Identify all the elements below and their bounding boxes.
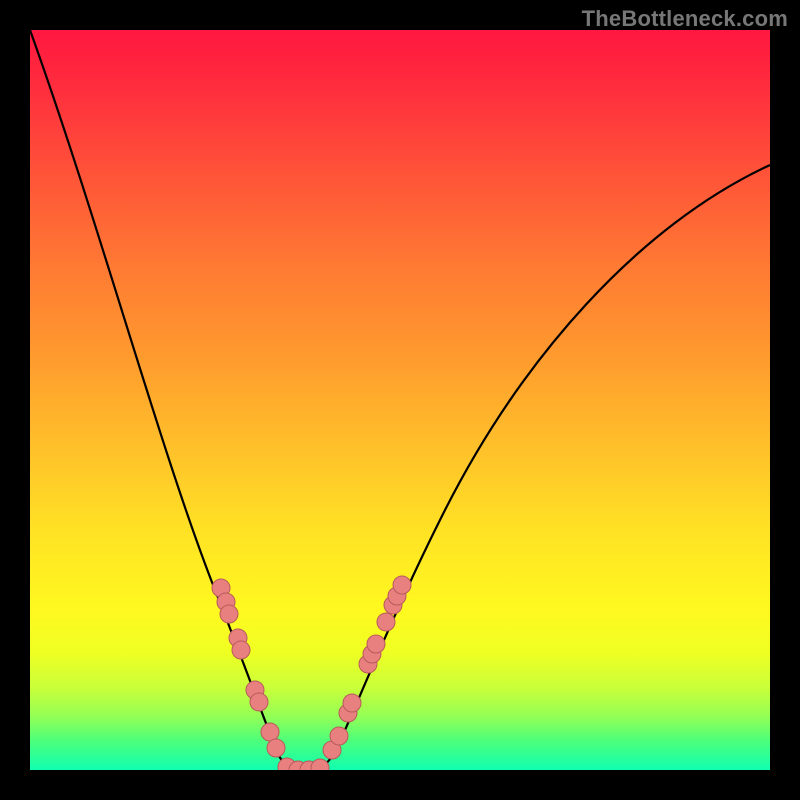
data-dot xyxy=(261,723,279,741)
bottleneck-curve xyxy=(30,30,770,770)
data-dot xyxy=(250,693,268,711)
data-dot xyxy=(311,759,329,770)
data-dot xyxy=(220,605,238,623)
gradient-plot-area xyxy=(30,30,770,770)
data-dot xyxy=(377,613,395,631)
data-dot xyxy=(330,727,348,745)
watermark-text: TheBottleneck.com xyxy=(582,6,788,32)
data-dot xyxy=(232,641,250,659)
data-dot xyxy=(267,739,285,757)
data-dot xyxy=(393,576,411,594)
outer-frame: TheBottleneck.com xyxy=(0,0,800,800)
dots-layer xyxy=(212,576,411,770)
data-dot xyxy=(367,635,385,653)
chart-svg xyxy=(30,30,770,770)
data-dot xyxy=(343,694,361,712)
